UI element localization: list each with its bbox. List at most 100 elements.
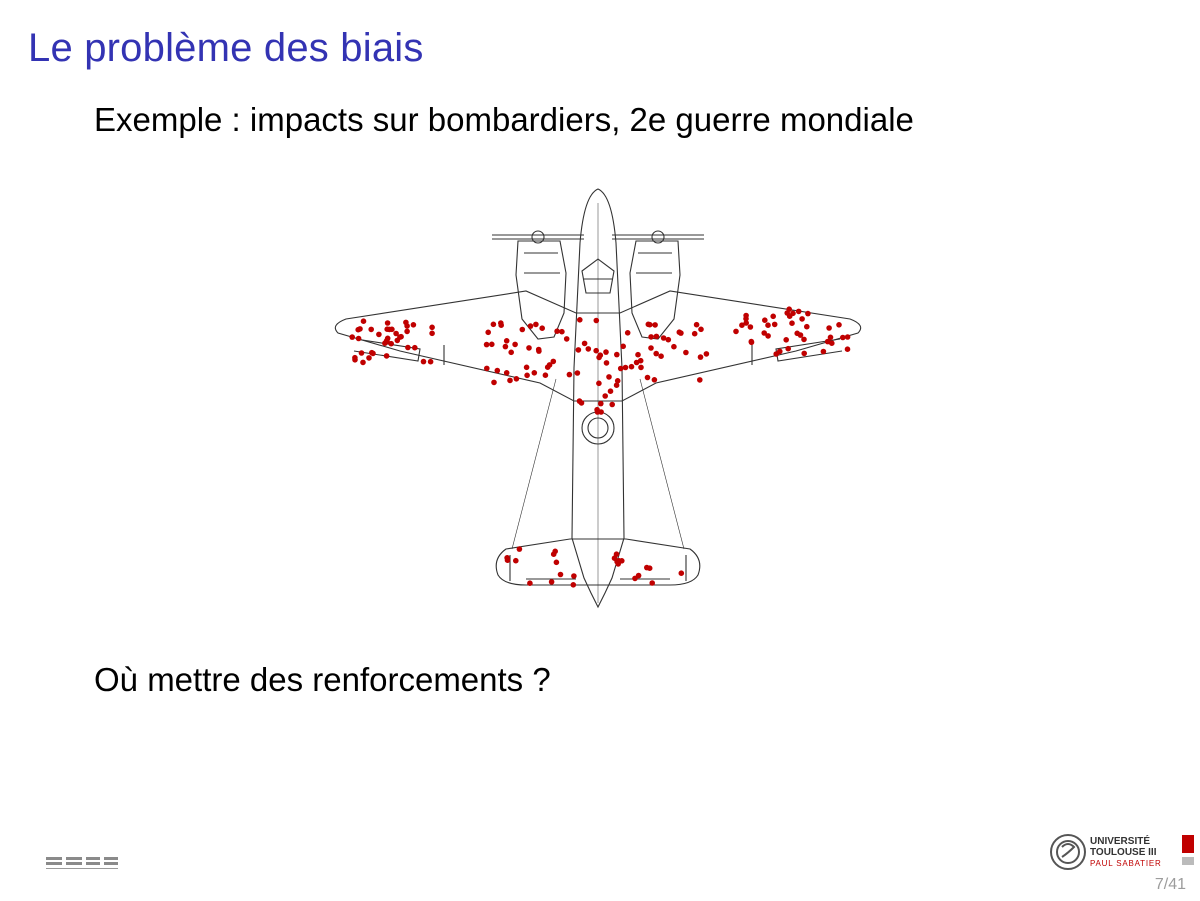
impact-dot <box>614 351 620 358</box>
bomber-impacts-figure <box>326 183 870 613</box>
impact-dot <box>559 328 565 335</box>
impact-dot <box>485 329 491 336</box>
impact-dot <box>513 557 519 564</box>
impact-dot <box>697 354 704 360</box>
impact-dot <box>840 334 846 341</box>
impact-dot <box>638 364 644 371</box>
impact-dot <box>844 346 851 352</box>
impact-dot <box>613 382 620 388</box>
impact-dot <box>644 374 651 381</box>
impact-dot <box>678 330 684 336</box>
impact-dot <box>349 334 355 340</box>
impact-dot <box>503 338 510 344</box>
impact-dot <box>563 336 570 342</box>
impact-dot <box>570 582 577 588</box>
impact-dot <box>531 370 538 376</box>
impact-dot <box>494 367 501 374</box>
impact-dot <box>550 551 557 557</box>
impact-dot <box>504 555 510 561</box>
impact-dot <box>429 330 435 337</box>
impact-dot <box>512 341 518 348</box>
impact-dot <box>376 331 382 338</box>
impact-dot <box>628 363 635 370</box>
impact-dot <box>773 351 779 357</box>
impact-dot <box>762 317 768 323</box>
irit-logo <box>46 854 118 872</box>
impact-dot <box>829 340 835 346</box>
impact-dot <box>765 322 771 328</box>
impact-dot <box>647 321 653 328</box>
impact-dot <box>489 341 495 348</box>
impact-dot <box>805 310 811 317</box>
impact-dot <box>507 377 513 384</box>
irit-logo-icon <box>46 857 118 869</box>
impact-dot <box>571 573 577 579</box>
impact-dot <box>574 370 581 376</box>
impact-dot <box>827 334 834 341</box>
slide-subtitle: Exemple : impacts sur bombardiers, 2e gu… <box>94 101 914 138</box>
impact-dot <box>386 326 393 333</box>
impact-dot <box>801 336 807 343</box>
impact-dot <box>613 551 620 557</box>
impact-dot <box>671 343 677 350</box>
impact-dot <box>637 357 644 364</box>
impact-dot <box>383 353 390 359</box>
impact-dot <box>844 334 851 340</box>
impact-dot <box>546 362 553 368</box>
impact-dot <box>801 350 807 357</box>
impact-dot <box>733 328 739 335</box>
bomber-diagram <box>334 188 862 609</box>
impact-dot <box>598 400 604 407</box>
impact-dot <box>533 321 539 328</box>
impact-dot <box>747 324 754 330</box>
impact-dot <box>697 377 703 383</box>
impact-dot <box>585 346 592 352</box>
impact-dot <box>761 330 767 336</box>
impact-dot <box>743 312 749 319</box>
impact-dot <box>826 325 832 331</box>
impact-dot <box>691 330 698 337</box>
impact-dot <box>799 316 805 322</box>
impact-dot <box>771 321 778 328</box>
impact-dot <box>596 354 602 361</box>
impact-dot <box>484 365 490 372</box>
impact-dot <box>651 377 658 383</box>
impact-dot <box>683 349 689 356</box>
impact-dot <box>519 326 526 333</box>
impact-dot <box>355 335 362 342</box>
impact-dot <box>526 345 532 351</box>
impact-dot <box>405 344 411 351</box>
impact-dot <box>790 310 796 317</box>
impact-dot <box>635 572 642 579</box>
impact-dot <box>410 322 417 328</box>
impact-dot <box>358 350 365 356</box>
impact-dot <box>566 371 573 378</box>
impact-dot <box>524 372 530 379</box>
impact-dot <box>593 317 600 324</box>
impact-dot <box>502 343 509 350</box>
impact-dot <box>606 374 612 380</box>
impact-dot <box>483 341 490 348</box>
impact-dot <box>384 335 391 342</box>
impact-dot <box>603 349 609 355</box>
impact-dot <box>665 336 672 343</box>
impact-dot <box>653 333 660 340</box>
impact-dot <box>581 340 588 347</box>
slide-title: Le problème des biais <box>28 26 424 70</box>
impact-dot <box>620 343 626 350</box>
impact-dot <box>360 318 367 324</box>
impact-dot <box>653 350 659 357</box>
impact-dot <box>593 347 599 354</box>
impact-dot <box>602 393 608 399</box>
impact-dot <box>609 401 615 408</box>
impact-dot <box>398 333 404 340</box>
impact-dot <box>698 326 704 333</box>
impact-dot <box>420 358 427 365</box>
impact-dot <box>678 570 685 576</box>
impact-dot <box>384 320 391 326</box>
impact-dot <box>429 324 435 331</box>
impact-dot <box>648 334 654 340</box>
impact-dot <box>490 321 497 328</box>
university-logo-line2: TOULOUSE III <box>1090 847 1157 858</box>
bomber-outline <box>334 188 862 609</box>
